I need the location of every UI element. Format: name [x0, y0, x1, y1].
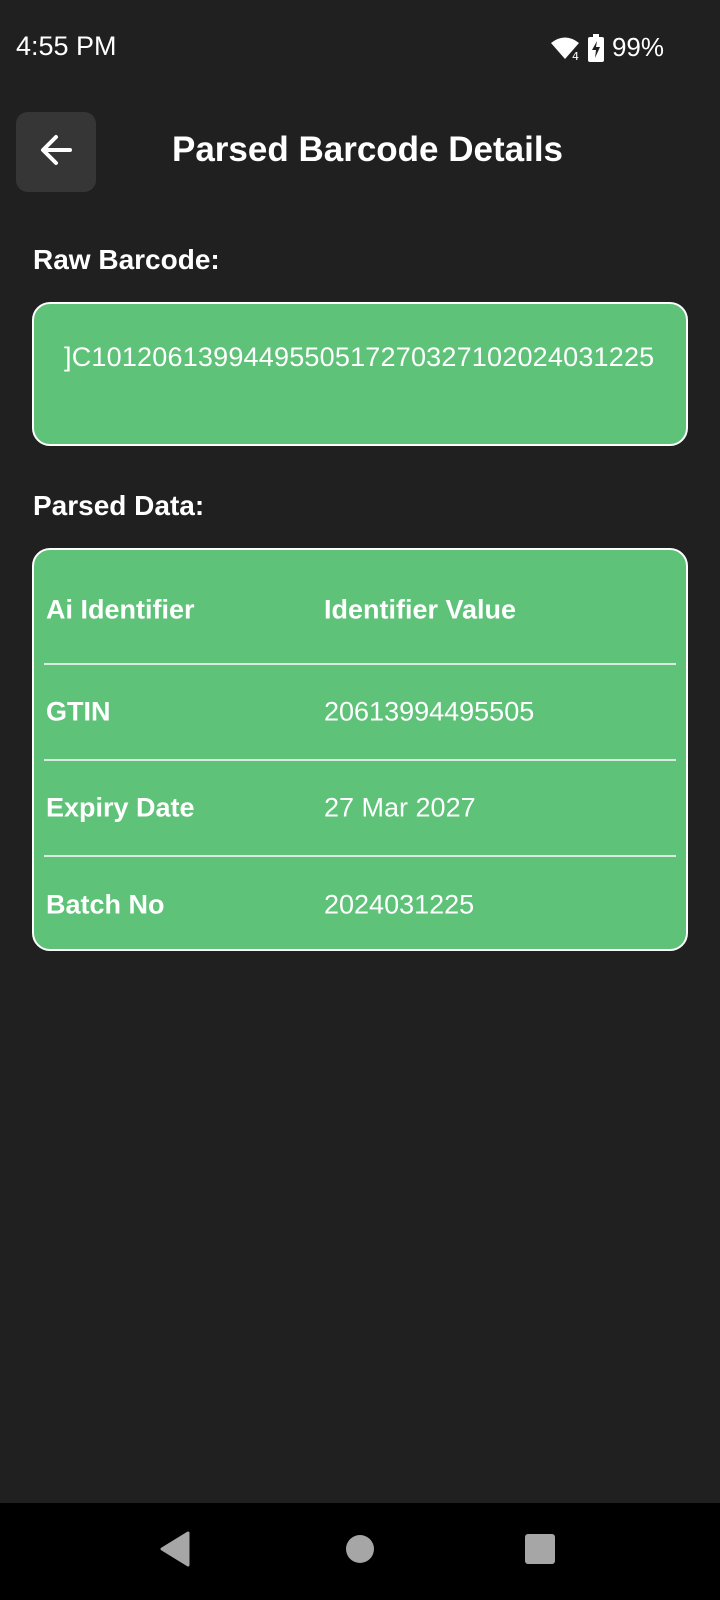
- table-row: Expiry Date 27 Mar 2027: [44, 761, 676, 857]
- table-row: GTIN 20613994495505: [44, 665, 676, 761]
- raw-barcode-value: ]C1012061399449550517270327102024031225: [64, 342, 655, 372]
- wifi-icon: 4: [550, 35, 580, 61]
- row-identifier: Expiry Date: [46, 792, 195, 823]
- svg-text:4: 4: [572, 50, 579, 61]
- status-time: 4:55 PM: [16, 31, 117, 61]
- table-header-row: Ai Identifier Identifier Value: [44, 550, 676, 665]
- table-row: Batch No 2024031225: [44, 857, 676, 953]
- status-icons: 4 99%: [550, 32, 664, 63]
- screen: 4:55 PM 4 99% Parsed Barcode Details Raw…: [0, 0, 720, 1600]
- parsed-data-label: Parsed Data:: [33, 490, 205, 521]
- raw-barcode-label: Raw Barcode:: [33, 244, 220, 275]
- parsed-data-table: Ai Identifier Identifier Value GTIN 2061…: [32, 548, 688, 951]
- back-button[interactable]: [16, 112, 96, 192]
- row-value: 20613994495505: [324, 696, 535, 727]
- nav-home-icon[interactable]: [345, 1531, 375, 1572]
- column-header-ai-identifier: Ai Identifier: [46, 594, 195, 625]
- battery-charging-icon: [587, 33, 604, 62]
- battery-percent: 99%: [611, 32, 664, 62]
- row-identifier: Batch No: [46, 889, 165, 920]
- navigation-bar: [0, 1503, 720, 1600]
- raw-barcode-card: ]C1012061399449550517270327102024031225: [32, 302, 688, 446]
- arrow-back-icon: [36, 130, 76, 175]
- row-value: 2024031225: [324, 889, 475, 920]
- page-title: Parsed Barcode Details: [172, 130, 564, 169]
- nav-back-icon[interactable]: [160, 1531, 190, 1572]
- nav-recents-icon[interactable]: [524, 1531, 556, 1572]
- status-bar: 4:55 PM 4 99%: [0, 0, 720, 96]
- column-header-identifier-value: Identifier Value: [324, 594, 517, 625]
- row-identifier: GTIN: [46, 696, 111, 727]
- row-value: 27 Mar 2027: [324, 792, 476, 823]
